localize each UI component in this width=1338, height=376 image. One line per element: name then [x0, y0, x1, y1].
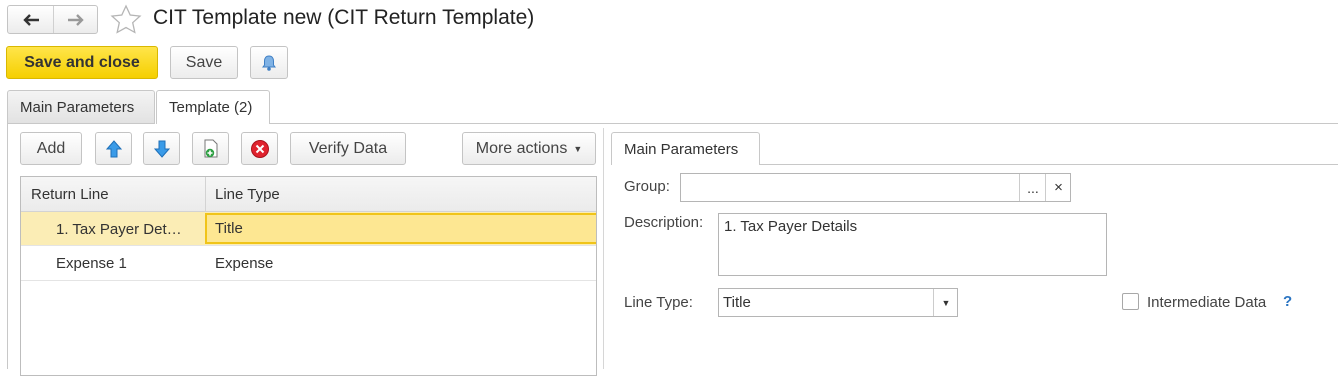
column-header-return-line[interactable]: Return Line: [31, 177, 109, 211]
verify-data-button[interactable]: Verify Data: [290, 132, 406, 165]
line-type-label: Line Type:: [624, 294, 693, 311]
delete-button[interactable]: [241, 132, 278, 165]
add-document-icon: [204, 139, 217, 157]
group-input[interactable]: [681, 174, 1024, 201]
back-button[interactable]: [8, 6, 54, 33]
line-type-cell: Expense: [215, 255, 274, 272]
help-icon[interactable]: ?: [1283, 293, 1292, 310]
table-header: Return Line Line Type: [21, 177, 596, 212]
tab-divider: [270, 123, 1338, 124]
group-label: Group:: [624, 178, 670, 195]
line-type-cell[interactable]: Title: [205, 213, 596, 244]
page-title: CIT Template new (CIT Return Template): [153, 6, 535, 29]
clear-icon[interactable]: ×: [1045, 174, 1071, 201]
notify-button[interactable]: [250, 46, 288, 79]
arrow-down-icon: [153, 140, 170, 158]
forward-button[interactable]: [53, 6, 98, 33]
delete-icon: [250, 139, 269, 158]
arrow-right-icon: [67, 13, 84, 26]
description-field[interactable]: 1. Tax Payer Details: [718, 213, 1107, 276]
navigation-group: [7, 5, 98, 34]
chevron-down-icon: ▼: [573, 143, 583, 154]
save-button[interactable]: Save: [170, 46, 238, 79]
template-table: Return Line Line Type 1. Tax Payer Det… …: [20, 176, 597, 376]
intermediate-data-label[interactable]: Intermediate Data: [1147, 294, 1266, 311]
table-row[interactable]: 1. Tax Payer Det… Title: [21, 212, 596, 246]
move-up-button[interactable]: [95, 132, 132, 165]
column-header-line-type[interactable]: Line Type: [215, 177, 280, 211]
add-button[interactable]: Add: [20, 132, 82, 165]
bell-icon: [262, 54, 276, 71]
return-line-cell: Expense 1: [56, 255, 127, 272]
splitter[interactable]: [603, 128, 604, 369]
table-row[interactable]: Expense 1 Expense: [21, 246, 596, 281]
detail-tab-divider: [760, 164, 1338, 165]
return-line-cell: 1. Tax Payer Det…: [56, 220, 182, 238]
move-down-button[interactable]: [143, 132, 180, 165]
arrow-left-icon: [22, 13, 39, 26]
star-icon[interactable]: [110, 4, 142, 36]
tab-main-parameters[interactable]: Main Parameters: [7, 90, 155, 123]
description-label: Description:: [624, 214, 704, 231]
intermediate-data-checkbox[interactable]: [1122, 293, 1139, 310]
chevron-down-icon[interactable]: ▼: [933, 289, 958, 316]
line-type-select[interactable]: Title ▼: [718, 288, 958, 317]
tab-detail-main-parameters[interactable]: Main Parameters: [611, 132, 760, 165]
more-actions-label: More actions: [475, 139, 568, 157]
tab-template[interactable]: Template (2): [156, 90, 270, 124]
save-and-close-button[interactable]: Save and close: [6, 46, 158, 79]
line-type-value: Title: [723, 294, 751, 311]
group-field: ... ×: [680, 173, 1071, 202]
arrow-up-icon: [105, 139, 122, 157]
tab-divider-left: [7, 123, 155, 124]
copy-button[interactable]: [192, 132, 229, 165]
group-select-button[interactable]: ...: [1019, 174, 1046, 201]
more-actions-button[interactable]: More actions ▼: [462, 132, 596, 165]
panel-border-left: [7, 123, 8, 369]
column-separator: [205, 177, 206, 211]
